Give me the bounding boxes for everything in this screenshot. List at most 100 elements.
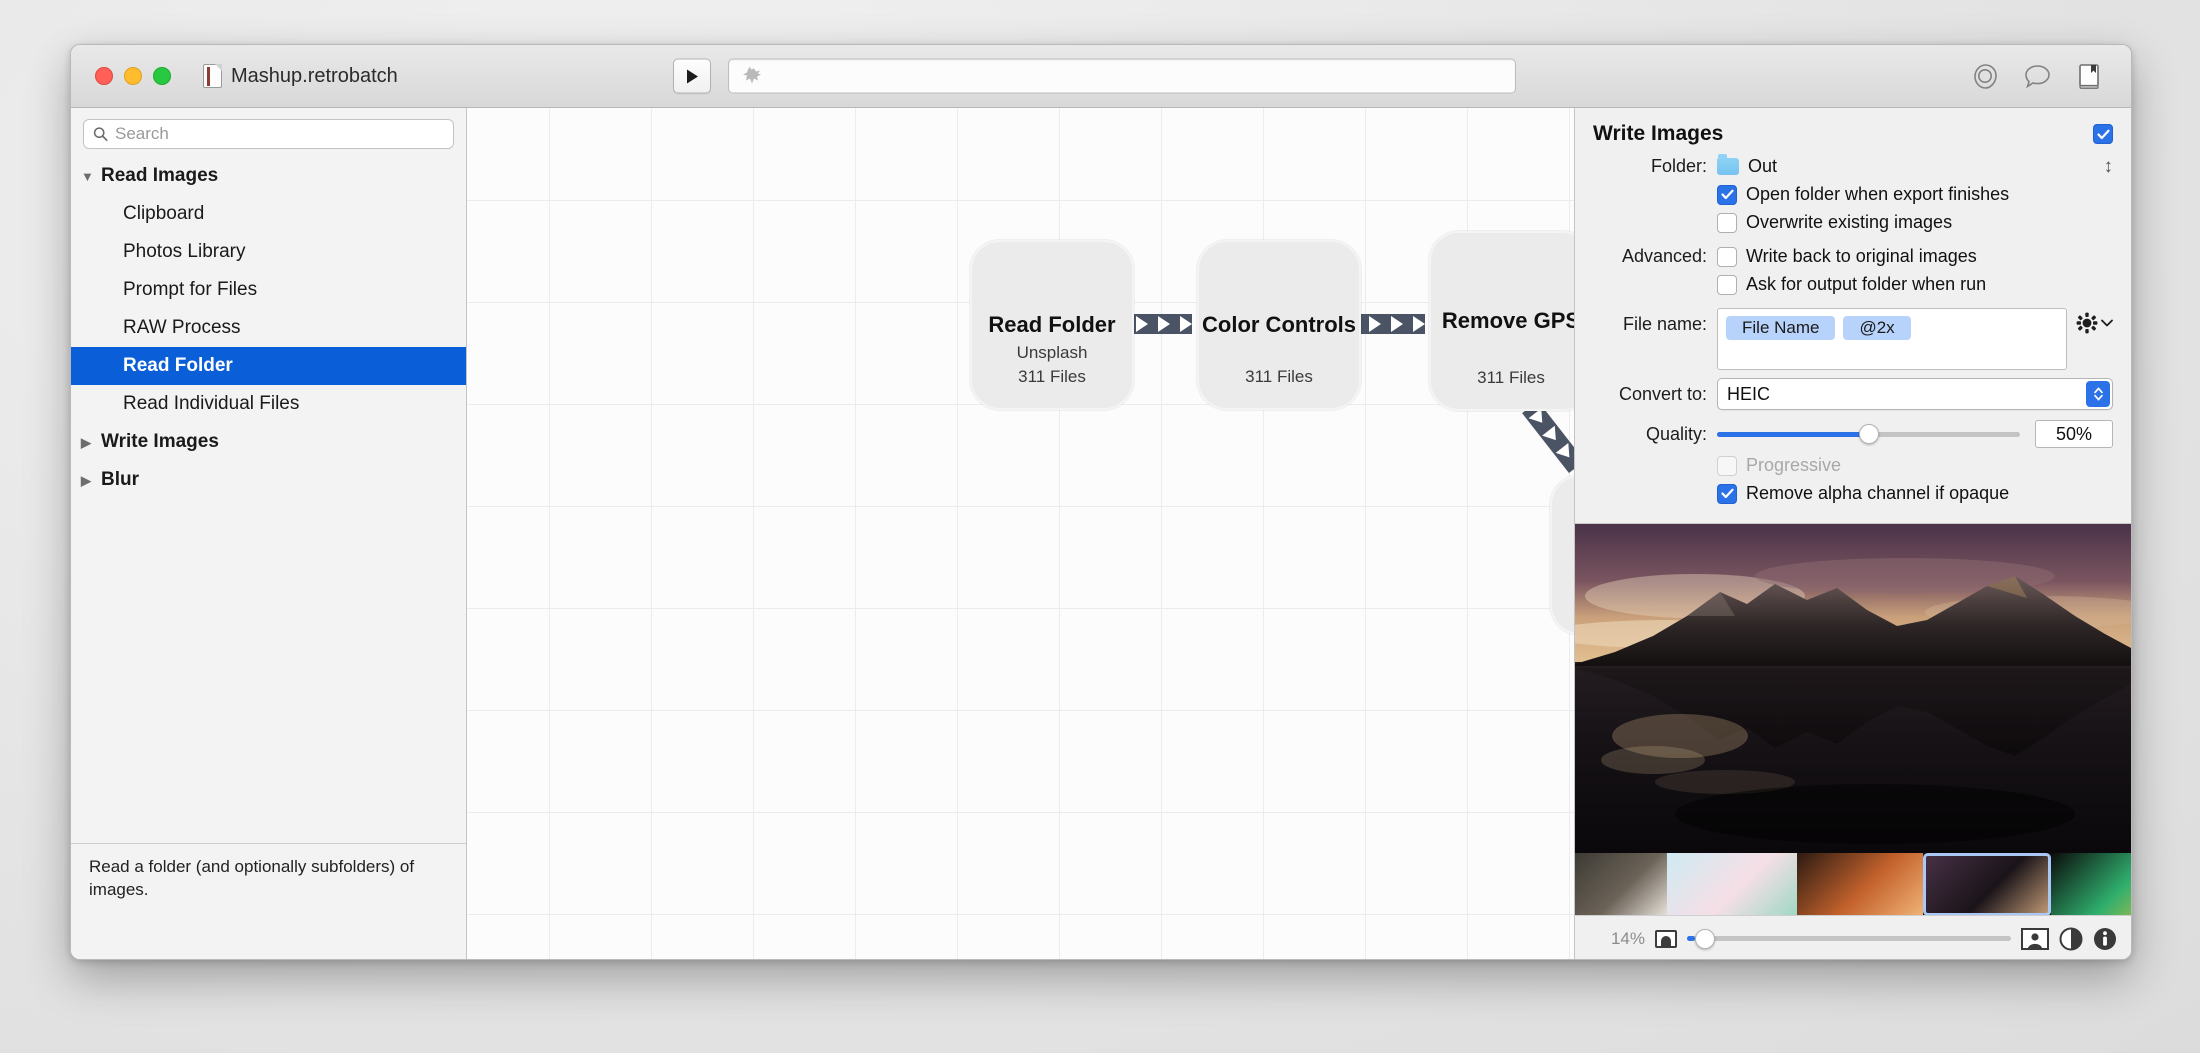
inspector-settings: Write Images Folder: Out ↕ Open folder w… [1575, 108, 2131, 523]
quality-slider-knob[interactable] [1858, 424, 1879, 444]
ask-output-folder-checkbox[interactable] [1717, 274, 1737, 295]
preview-toolbar: 14% [1575, 915, 2131, 959]
connector-color-to-gps[interactable] [1361, 314, 1425, 334]
remove-alpha-row: Remove alpha channel if opaque [1593, 483, 2113, 504]
chevron-down-icon [2101, 319, 2113, 327]
node-subtitle: Unsplash [1016, 342, 1088, 362]
node-filecount: 311 Files [1477, 368, 1545, 388]
window-title: Mashup.retrobatch [231, 64, 398, 87]
thumbnail-mountain-reflection[interactable] [1923, 852, 2051, 916]
chevron-right-icon[interactable]: ▶ [81, 474, 99, 487]
remove-alpha-checkbox[interactable] [1717, 483, 1737, 504]
connector-gps-to-scale[interactable] [1522, 400, 1574, 474]
inspector-title: Write Images [1593, 122, 1724, 145]
token-file-name[interactable]: File Name [1726, 316, 1836, 340]
file-name-token-field[interactable]: File Name @2x [1717, 308, 2067, 370]
sidebar-item-label: Clipboard [123, 203, 205, 224]
sidebar-item-clipboard[interactable]: Clipboard [71, 195, 466, 233]
sidebar-search-wrap [71, 108, 466, 155]
minimize-button[interactable] [124, 67, 142, 85]
sidebar-item-read-images[interactable]: ▼ Read Images [71, 157, 466, 195]
sidebar-item-read-individual-files[interactable]: Read Individual Files [71, 385, 466, 423]
quality-row: Quality: 50% [1593, 420, 2113, 448]
quality-slider-fill [1717, 431, 1869, 437]
write-back-checkbox[interactable] [1717, 246, 1737, 267]
token-2x[interactable]: @2x [1843, 316, 1911, 340]
library-book-icon[interactable] [2075, 62, 2103, 90]
comment-icon[interactable] [2023, 62, 2051, 90]
fit-image-icon[interactable] [1655, 929, 1677, 948]
image-frame-icon[interactable] [2021, 927, 2049, 950]
sidebar-item-blur[interactable]: ▶ Blur [71, 461, 466, 499]
sidebar-item-label: Photos Library [123, 241, 246, 262]
overwrite-label: Overwrite existing images [1746, 212, 1953, 232]
preview-zoom-slider[interactable] [1687, 928, 2011, 949]
node-read-folder[interactable]: Read Folder Unsplash 311 Files [970, 240, 1134, 410]
open-folder-checkbox[interactable] [1717, 184, 1737, 205]
node-subtitle: 50% scale [1552, 568, 1574, 593]
overwrite-row: Overwrite existing images [1593, 212, 2113, 233]
convert-to-label: Convert to: [1618, 383, 1707, 404]
quality-slider[interactable] [1717, 424, 2020, 444]
window-content: ▼Read Images Clipboard Photos Library Promp… [71, 108, 2131, 959]
app-window: Mashup.retrobatch Search ▼ Read Images C… [70, 44, 2132, 960]
thumbnail-strip[interactable] [1575, 852, 2131, 916]
info-icon[interactable] [2093, 927, 2117, 951]
run-button[interactable] [673, 58, 711, 94]
zoom-button[interactable] [153, 67, 171, 85]
workflow-canvas[interactable]: Read Folder Unsplash 311 Files Color Con… [467, 108, 1575, 959]
sidebar-item-label: Prompt for Files [123, 279, 258, 300]
close-button[interactable] [95, 67, 113, 85]
progressive-checkbox [1717, 455, 1737, 476]
convert-to-popup[interactable]: HEIC [1717, 378, 2113, 410]
file-name-label: File name: [1622, 314, 1707, 334]
thumbnail-colorful-umbrella[interactable] [2051, 852, 2131, 916]
connector-read-to-color[interactable] [1128, 314, 1192, 334]
contrast-icon[interactable] [2059, 927, 2083, 951]
node-title: Read Folder [988, 312, 1116, 338]
node-remove-gps[interactable]: Remove GPS 311 Files [1429, 231, 1574, 411]
node-filecount: 311 Files [1018, 367, 1086, 387]
zoom-percent-label: 14% [1610, 928, 1645, 948]
open-folder-label: Open folder when export finishes [1746, 184, 2010, 204]
thumbnail-city-skyline-dusk[interactable] [1797, 852, 1923, 916]
search-icon [93, 127, 108, 142]
chevron-down-icon[interactable]: ▼ [81, 170, 99, 183]
chevron-right-icon[interactable]: ▶ [81, 436, 99, 449]
write-back-label: Write back to original images [1746, 246, 1977, 266]
overwrite-checkbox[interactable] [1717, 212, 1737, 233]
sidebar-item-label: Write Images [101, 431, 219, 452]
zoom-slider-knob[interactable] [1695, 928, 1715, 949]
sidebar: ▼Read Images Clipboard Photos Library Promp… [71, 108, 467, 959]
search-box[interactable] [83, 119, 454, 149]
image-preview[interactable] [1575, 524, 2131, 853]
ask-output-row: Ask for output folder when run [1593, 274, 2113, 295]
folder-stepper[interactable]: ↕ [2104, 157, 2114, 176]
search-input[interactable] [115, 124, 444, 144]
node-color-controls[interactable]: Color Controls 311 Files [1197, 240, 1361, 410]
progressive-row: Progressive [1593, 455, 2113, 476]
sidebar-item-raw-process[interactable]: RAW Process [71, 309, 466, 347]
sidebar-item-photos-library[interactable]: Photos Library [71, 233, 466, 271]
action-library-tree[interactable]: ▼ Read Images Clipboard Photos Library Promp… [71, 155, 466, 500]
retrobatch-document-icon [203, 64, 222, 88]
sidebar-item-read-folder[interactable]: Read Folder [71, 347, 466, 385]
thumbnail-portrait-foliage[interactable] [1575, 852, 1667, 916]
convert-to-value: HEIC [1727, 383, 1771, 404]
thumbnail-cupcakes-pastel[interactable] [1667, 852, 1797, 916]
file-name-row: File name: File Name @2x [1593, 308, 2113, 370]
loupe-icon[interactable] [1971, 62, 1999, 90]
status-field[interactable] [728, 58, 1516, 94]
document-title-group[interactable]: Mashup.retrobatch [203, 64, 398, 88]
node-scale[interactable]: Scale 50% scale 311 Files [1550, 475, 1574, 635]
sidebar-item-write-images[interactable]: ▶ Write Images [71, 423, 466, 461]
node-enabled-checkbox[interactable] [2093, 124, 2113, 144]
progressive-label: Progressive [1746, 455, 1842, 475]
file-name-options-button[interactable] [2076, 308, 2113, 334]
toolbar-right-group [1971, 62, 2103, 90]
folder-icon [1717, 154, 1739, 175]
quality-value-field[interactable]: 50% [2035, 420, 2113, 448]
sidebar-item-prompt-for-files[interactable]: Prompt for Files [71, 271, 466, 309]
sidebar-item-label: Read Individual Files [123, 393, 300, 414]
folder-value[interactable]: Out [1748, 156, 1777, 177]
